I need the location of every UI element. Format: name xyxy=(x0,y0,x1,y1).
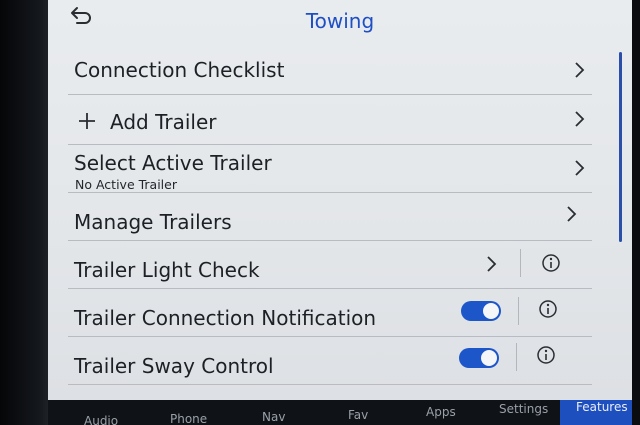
header: Towing xyxy=(48,0,632,46)
divider xyxy=(516,343,517,371)
nav-item-audio[interactable]: Audio xyxy=(84,414,118,425)
divider xyxy=(518,297,519,325)
list-item-select-active-trailer[interactable]: Select Active Trailer No Active Trailer xyxy=(68,145,592,193)
info-icon[interactable] xyxy=(541,253,561,273)
chevron-right-icon xyxy=(575,111,585,127)
page-title: Towing xyxy=(305,9,375,33)
plus-icon xyxy=(79,113,95,129)
bottom-nav-bar: Audio Phone Nav Fav Apps Settings Featur… xyxy=(48,400,632,425)
chevron-right-icon xyxy=(575,160,585,176)
chevron-right-icon xyxy=(567,206,577,222)
row-label: Select Active Trailer xyxy=(74,151,272,175)
chevron-right-icon xyxy=(575,62,585,78)
toggle-knob xyxy=(483,303,499,319)
chevron-right-icon xyxy=(487,256,497,272)
nav-item-fav[interactable]: Fav xyxy=(348,408,368,422)
nav-item-apps[interactable]: Apps xyxy=(426,405,456,419)
row-label: Add Trailer xyxy=(110,110,217,134)
row-label: Connection Checklist xyxy=(74,58,285,82)
list-item-connection-checklist[interactable]: Connection Checklist xyxy=(68,46,592,95)
list-item-trailer-sway-control: Trailer Sway Control xyxy=(68,337,592,385)
toggle-switch[interactable] xyxy=(459,348,499,368)
info-icon[interactable] xyxy=(536,345,556,365)
list-item-trailer-connection-notification: Trailer Connection Notification xyxy=(68,289,592,337)
list-item-add-trailer[interactable]: Add Trailer xyxy=(68,95,592,145)
row-label: Manage Trailers xyxy=(74,210,232,234)
divider xyxy=(520,249,521,277)
nav-item-phone[interactable]: Phone xyxy=(170,412,207,425)
info-icon[interactable] xyxy=(538,299,558,319)
row-label: Trailer Connection Notification xyxy=(74,306,377,330)
row-label: Trailer Sway Control xyxy=(74,354,274,378)
nav-item-nav[interactable]: Nav xyxy=(262,410,285,424)
screen-bezel-left xyxy=(0,0,48,425)
row-sublabel: No Active Trailer xyxy=(75,177,177,192)
row-label: Trailer Light Check xyxy=(74,258,260,282)
list-item-manage-trailers[interactable]: Manage Trailers xyxy=(68,193,592,241)
list-item-trailer-light-check[interactable]: Trailer Light Check xyxy=(68,241,592,289)
scrollbar[interactable] xyxy=(619,52,622,242)
toggle-switch[interactable] xyxy=(461,301,501,321)
towing-screen: Towing Connection Checklist Add Trailer … xyxy=(48,0,632,400)
nav-item-settings[interactable]: Settings xyxy=(499,402,548,416)
toggle-knob xyxy=(481,350,497,366)
nav-item-features[interactable]: Features xyxy=(576,400,628,414)
nav-item-active-highlight: Features xyxy=(560,400,632,425)
